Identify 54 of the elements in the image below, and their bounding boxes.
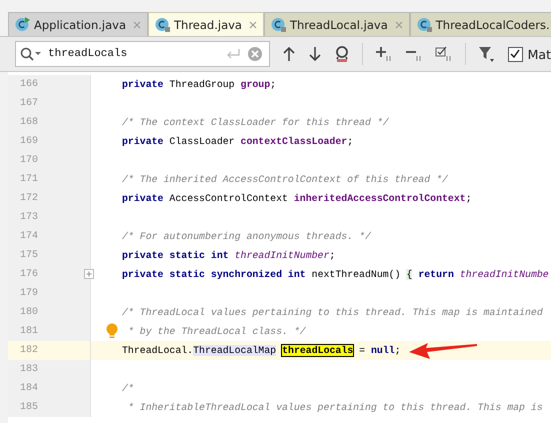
fold-icon[interactable] <box>84 269 94 279</box>
select-all-occurrences-icon[interactable] <box>434 46 453 62</box>
up-arrow-icon[interactable] <box>282 46 296 62</box>
search-field[interactable]: threadLocals <box>15 41 270 67</box>
down-arrow-icon[interactable] <box>308 46 322 62</box>
line-number: 176 <box>18 269 38 280</box>
tab-label: ThreadLocalCoders. <box>436 18 550 32</box>
editor-tab[interactable]: Thread.java <box>148 12 264 36</box>
code-line: private static int threadInitNumber; <box>122 250 336 261</box>
code-line: /* <box>122 383 134 394</box>
line-number: 169 <box>18 136 38 147</box>
line-number: 182 <box>18 345 38 356</box>
tab-label: Application.java <box>34 18 126 32</box>
add-occurrence-icon[interactable] <box>374 46 393 62</box>
code-line: private ClassLoader contextClassLoader; <box>122 136 354 147</box>
editor-tab[interactable]: ThreadLocalCoders. <box>410 12 551 36</box>
line-number: 171 <box>18 174 38 185</box>
tab-label: ThreadLocal.java <box>290 18 388 32</box>
line-number: 174 <box>18 231 38 242</box>
close-icon[interactable] <box>248 20 257 28</box>
line-number: 185 <box>18 402 38 413</box>
line-number: 167 <box>18 98 38 109</box>
code-line: /* The inherited AccessControlContext of this thread */ <box>122 174 448 185</box>
match-case-checkbox[interactable] <box>508 46 523 62</box>
code-line: private ThreadGroup group; <box>122 79 276 90</box>
line-number: 172 <box>18 193 38 204</box>
code-line: * by the ThreadLocal class. */ <box>126 326 306 337</box>
line-number: 166 <box>18 79 38 90</box>
search-input[interactable]: threadLocals <box>48 48 219 60</box>
editor-tab[interactable]: Application.java <box>8 12 148 36</box>
line-number: 175 <box>18 250 38 261</box>
line-number: 170 <box>18 155 38 166</box>
code-line: ThreadLocal.ThreadLocalMap threadLocals = null; <box>122 345 401 356</box>
line-number: 180 <box>18 307 38 318</box>
enter-icon <box>224 48 241 60</box>
search-icon[interactable] <box>20 47 42 61</box>
code-line: * InheritableThreadLocal values pertaining to this thread. This map is <box>126 402 543 413</box>
checkbox-label: Mat <box>528 46 551 62</box>
checkmark-icon <box>509 48 522 60</box>
line-number: 173 <box>18 212 38 223</box>
tab-label: Thread.java <box>174 18 242 32</box>
line-number: 184 <box>18 383 38 394</box>
line-number: 168 <box>18 117 38 128</box>
line-number: 181 <box>18 326 38 337</box>
editor-tab[interactable]: ThreadLocal.java <box>264 12 410 36</box>
code-line: /* The context ClassLoader for this thread */ <box>122 117 389 128</box>
code-line: /* ThreadLocal values pertaining to this thread. This map is maintained <box>122 307 543 318</box>
code-line: private static synchronized int nextThreadNum() { return threadInitNumbe <box>122 269 549 280</box>
code-line: private AccessControlContext inheritedAccessControlContext; <box>122 193 472 204</box>
find-all-icon[interactable] <box>334 45 350 63</box>
filter-icon[interactable] <box>478 45 496 63</box>
line-number: 179 <box>18 288 38 299</box>
line-number: 183 <box>18 364 38 375</box>
code-line: /* For autonumbering anonymous threads. */ <box>122 231 371 242</box>
